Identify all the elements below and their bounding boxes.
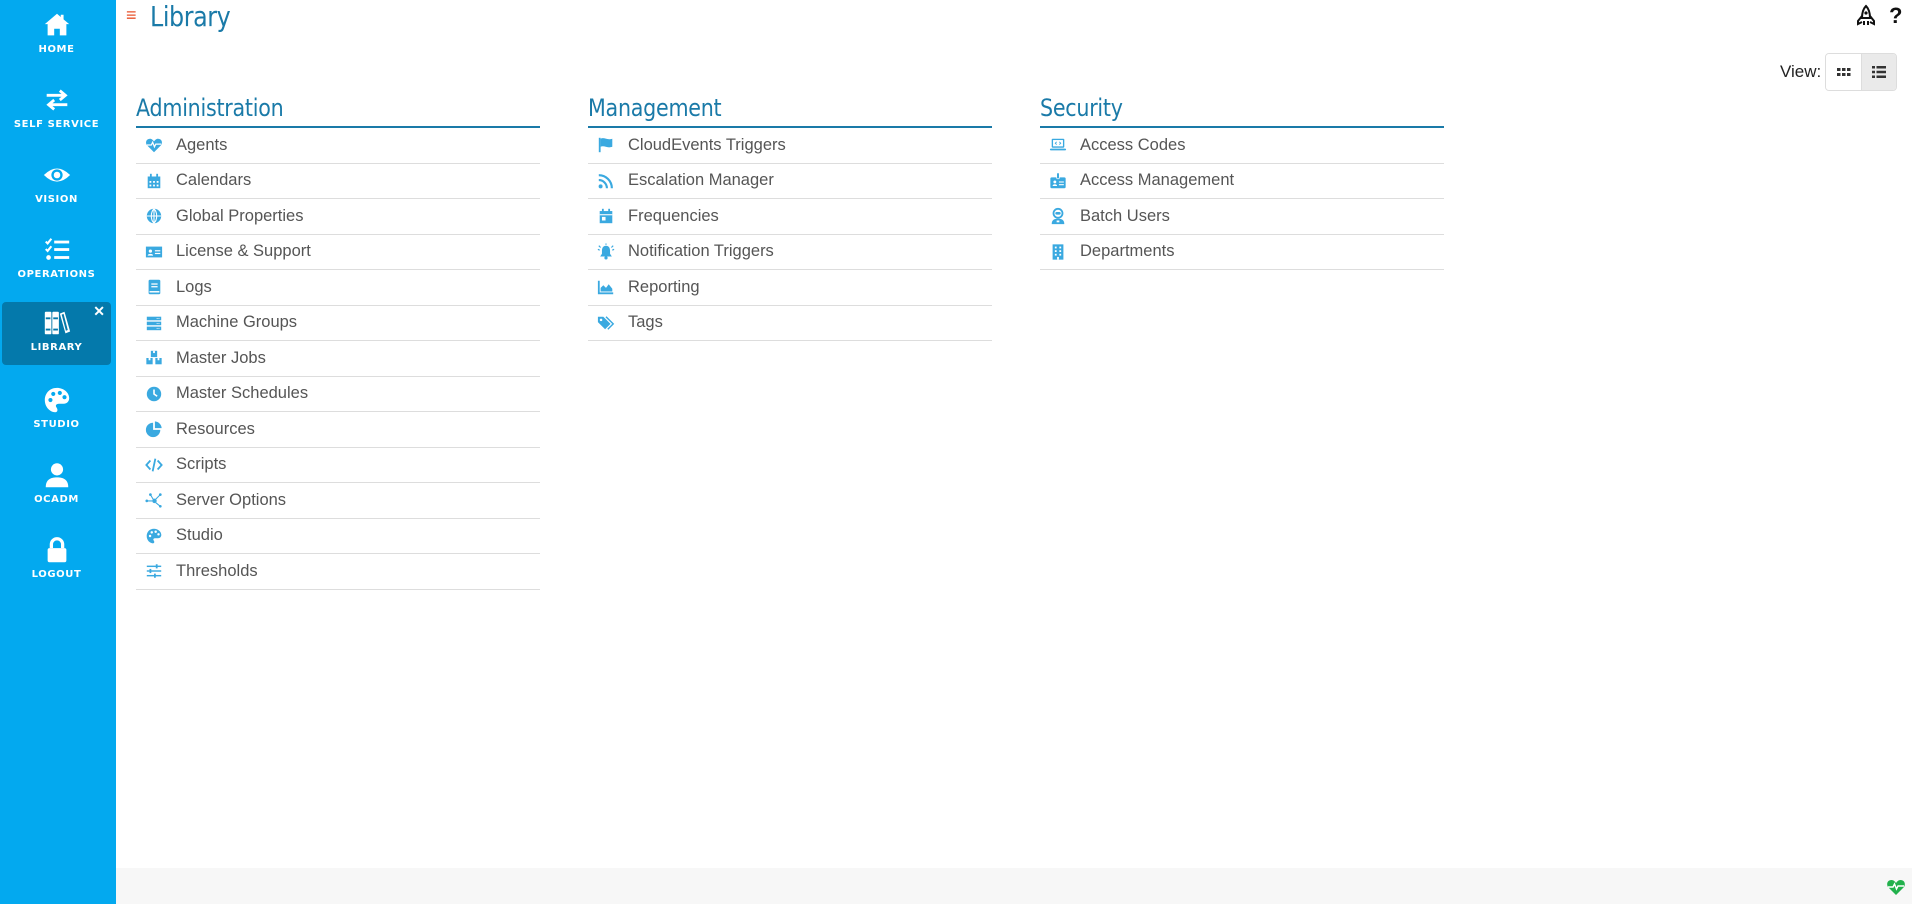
list-item-frequencies[interactable]: Frequencies [588, 199, 992, 235]
checklist-icon [44, 238, 69, 260]
list-item-thresholds[interactable]: Thresholds [136, 554, 540, 590]
home-icon [44, 13, 69, 36]
list-item-cloudevents-triggers[interactable]: CloudEvents Triggers [588, 128, 992, 164]
sidebar-item-logout[interactable]: LOGOUT [2, 529, 111, 592]
pie-chart-icon [145, 421, 162, 438]
list-item-notification-triggers[interactable]: Notification Triggers [588, 235, 992, 270]
sidebar-item-label: LIBRARY [30, 342, 83, 353]
sidebar-item-vision[interactable]: VISION [2, 154, 111, 217]
close-icon[interactable]: ✕ [93, 304, 105, 318]
sidebar-item-library[interactable]: ✕ LIBRARY [2, 302, 111, 365]
id-badge-icon [1050, 172, 1066, 188]
help-button[interactable]: ? [1889, 4, 1912, 28]
sidebar-item-label: LOGOUT [31, 569, 82, 580]
clock-icon [146, 386, 162, 401]
heartbeat-icon [146, 138, 162, 153]
book-icon [148, 280, 161, 295]
boxes-icon [146, 351, 162, 365]
security-section: Security Access Codes Access Management … [1040, 88, 1444, 270]
list-item-escalation-manager[interactable]: Escalation Manager [588, 164, 992, 199]
sidebar-item-ocadm[interactable]: OCADM [2, 454, 111, 517]
list-item-global-properties[interactable]: Global Properties [136, 199, 540, 235]
code-icon [145, 458, 163, 472]
list-item-resources[interactable]: Resources [136, 412, 540, 448]
list-icon [1872, 66, 1886, 78]
rss-icon [598, 173, 613, 189]
globe-icon [146, 208, 162, 224]
id-card-icon [145, 246, 163, 258]
sidebar-item-self-service[interactable]: SELF SERVICE [2, 79, 111, 142]
list-item-access-codes[interactable]: Access Codes [1040, 128, 1444, 164]
palette-icon [146, 528, 162, 544]
sidebar-item-home[interactable]: HOME [2, 4, 111, 67]
area-chart-icon [597, 280, 614, 295]
grid-view-button[interactable] [1826, 54, 1861, 90]
sidebar-item-label: SELF SERVICE [13, 119, 100, 130]
sidebar-item-operations[interactable]: OPERATIONS [2, 229, 111, 292]
lock-icon [47, 537, 66, 563]
list-item-agents[interactable]: Agents [136, 128, 540, 164]
list-item-calendars[interactable]: Calendars [136, 164, 540, 199]
page-title: Library [150, 0, 231, 33]
laptop-code-icon [1049, 138, 1067, 151]
list-item-scripts[interactable]: Scripts [136, 448, 540, 483]
list-item-batch-users[interactable]: Batch Users [1040, 199, 1444, 235]
calendar-day-icon [599, 209, 613, 224]
sidebar: HOME SELF SERVICE VISION OPERATIONS ✕ LI… [0, 0, 116, 904]
section-title: Administration [136, 88, 540, 128]
list-item-logs[interactable]: Logs [136, 270, 540, 306]
sliders-icon [146, 564, 162, 578]
calendar-icon [147, 173, 161, 188]
menu-toggle-button[interactable]: ≡ [126, 5, 137, 25]
sidebar-item-label: OPERATIONS [17, 269, 96, 280]
section-title: Management [588, 88, 992, 128]
rocket-button[interactable] [1854, 4, 1878, 28]
list-item-departments[interactable]: Departments [1040, 235, 1444, 270]
sidebar-item-label: HOME [38, 44, 75, 55]
flag-icon [598, 138, 613, 153]
view-label: View: [1780, 62, 1822, 81]
sidebar-item-label: OCADM [34, 494, 79, 505]
list-item-tags[interactable]: Tags [588, 306, 992, 341]
server-icon [146, 316, 162, 330]
heartbeat-status-icon[interactable] [1886, 878, 1906, 896]
view-toggle [1825, 53, 1897, 91]
rocket-icon [1857, 4, 1875, 26]
eye-icon [43, 168, 70, 182]
section-title: Security [1040, 88, 1444, 128]
user-icon [45, 463, 68, 488]
list-view-button[interactable] [1861, 54, 1896, 90]
list-item-license-support[interactable]: License & Support [136, 235, 540, 270]
management-section: Management CloudEvents Triggers Escalati… [588, 88, 992, 341]
list-item-access-management[interactable]: Access Management [1040, 164, 1444, 199]
robot-user-icon [1051, 208, 1065, 225]
list-item-studio[interactable]: Studio [136, 519, 540, 554]
books-icon [44, 311, 70, 335]
network-icon [145, 493, 162, 508]
palette-icon [44, 387, 69, 413]
building-icon [1052, 244, 1064, 260]
sidebar-item-studio[interactable]: STUDIO [2, 379, 111, 442]
list-item-reporting[interactable]: Reporting [588, 270, 992, 306]
tags-icon [597, 315, 615, 330]
list-item-server-options[interactable]: Server Options [136, 483, 540, 519]
grid-icon [1836, 68, 1850, 76]
sidebar-item-label: STUDIO [33, 419, 80, 430]
sidebar-item-label: VISION [35, 194, 78, 205]
bell-ringing-icon [597, 243, 615, 260]
list-item-master-schedules[interactable]: Master Schedules [136, 377, 540, 412]
administration-section: Administration Agents Calendars Global P… [136, 88, 540, 590]
list-item-master-jobs[interactable]: Master Jobs [136, 341, 540, 377]
list-item-machine-groups[interactable]: Machine Groups [136, 306, 540, 341]
footer [116, 868, 1912, 904]
exchange-arrows-icon [45, 89, 68, 111]
